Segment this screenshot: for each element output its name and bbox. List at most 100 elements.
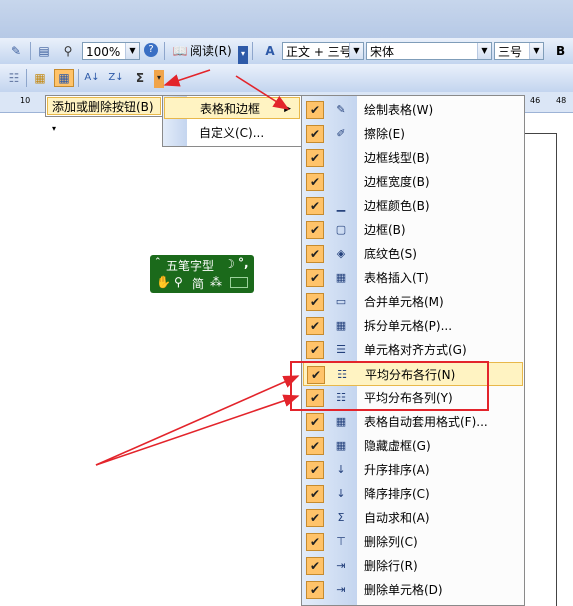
menu-item-1[interactable]: ✔ ✎ 绘制表格(W) <box>303 98 523 122</box>
checkmark-icon[interactable]: ✔ <box>306 173 324 191</box>
menu-item-20[interactable]: ✔ ⇥ 删除行(R) <box>303 554 523 578</box>
align-icon: ☰ <box>336 343 346 356</box>
checkmark-icon[interactable]: ✔ <box>306 485 324 503</box>
checkmark-icon[interactable]: ✔ <box>306 197 324 215</box>
checkmark-icon[interactable]: ✔ <box>306 509 324 527</box>
menu-item-customize[interactable]: 自定义(C)... <box>164 122 300 144</box>
checkmark-icon[interactable]: ✔ <box>306 149 324 167</box>
menu-item-14[interactable]: ✔ ▦ 表格自动套用格式(F)... <box>303 410 523 434</box>
expand-icon[interactable]: ⌃ <box>154 257 162 267</box>
insert-table-icon: ▦ <box>335 271 347 284</box>
menu-item-label: 边框线型(B) <box>364 151 430 165</box>
page-edge <box>556 133 557 606</box>
menu-item-4[interactable]: ✔ 边框宽度(B) <box>303 170 523 194</box>
menu-item-11[interactable]: ✔ ☰ 单元格对齐方式(G) <box>303 338 523 362</box>
chevron-down-icon[interactable]: ▼ <box>125 43 139 59</box>
menu-item-21[interactable]: ✔ ⇥ 删除单元格(D) <box>303 578 523 602</box>
toolbar-options-icon[interactable]: ▾ <box>154 70 164 88</box>
menu-item-label: 表格自动套用格式(F)... <box>364 415 488 429</box>
checkmark-icon[interactable]: ✔ <box>306 341 324 359</box>
checkmark-icon[interactable]: ✔ <box>306 245 324 263</box>
zoom-select[interactable]: 100% ▼ <box>82 42 140 60</box>
toolbar-separator <box>252 42 253 60</box>
menu-item-10[interactable]: ✔ ▦ 拆分单元格(P)... <box>303 314 523 338</box>
menu-item-16[interactable]: ✔ ↓ 升序排序(A) <box>303 458 523 482</box>
read-button[interactable]: 阅读(R) <box>190 43 232 59</box>
search-icon[interactable]: ⚲ <box>174 275 183 289</box>
eraser-icon: ✐ <box>336 127 346 140</box>
toolbar-options-icon[interactable]: ▾ <box>238 46 248 64</box>
delete-column-icon: ⊤ <box>336 535 346 548</box>
menu-item-3[interactable]: ✔ 边框线型(B) <box>303 146 523 170</box>
menu-item-6[interactable]: ✔ ▢ 边框(B) <box>303 218 523 242</box>
checkmark-icon[interactable]: ✔ <box>306 221 324 239</box>
font-select[interactable]: 宋体 ▼ <box>366 42 492 60</box>
style-select[interactable]: 正文 + 三号 ▼ <box>282 42 364 60</box>
chevron-down-icon[interactable]: ▼ <box>529 43 543 59</box>
menu-item-label: 底纹色(S) <box>364 247 417 261</box>
checkmark-icon[interactable]: ✔ <box>306 269 324 287</box>
chevron-right-icon: ▶ <box>284 104 291 114</box>
checkmark-icon[interactable]: ✔ <box>306 461 324 479</box>
standard-toolbar: ✎ ▤ ⚲ 100% ▼ ? 📖 阅读(R) ▾ A 正文 + 三号 ▼ 宋体 … <box>0 38 573 65</box>
autosum-icon[interactable]: Σ <box>132 70 148 86</box>
sort-ascending-icon[interactable]: A↓ <box>84 70 100 86</box>
checkmark-icon[interactable]: ✔ <box>306 557 324 575</box>
fill-bucket-icon: ◈ <box>336 247 346 260</box>
checkmark-icon[interactable]: ✔ <box>306 101 324 119</box>
simplified-mode[interactable]: 简 <box>192 275 204 292</box>
checkmark-icon[interactable]: ✔ <box>306 125 324 143</box>
menu-item-2[interactable]: ✔ ✐ 擦除(E) <box>303 122 523 146</box>
checkmark-icon[interactable]: ✔ <box>306 437 324 455</box>
menu-item-label: 拆分单元格(P)... <box>364 319 453 333</box>
font-size-select[interactable]: 三号 ▼ <box>494 42 544 60</box>
checkmark-icon[interactable]: ✔ <box>306 533 324 551</box>
hand-icon[interactable]: ✋ <box>156 275 171 289</box>
checkmark-icon[interactable]: ✔ <box>306 317 324 335</box>
menu-item-label: 表格和边框 <box>200 102 261 116</box>
format-painter-icon[interactable]: ⚲ <box>60 43 76 59</box>
sort-descending-icon: ↓ <box>336 487 346 500</box>
punctuation-icon[interactable]: °, <box>238 256 249 270</box>
preview-icon[interactable]: ▤ <box>36 43 52 59</box>
research-icon[interactable]: ✎ <box>8 43 24 59</box>
help-icon[interactable]: ? <box>144 43 158 57</box>
add-remove-buttons-item[interactable]: 添加或删除按钮(B) ▾ <box>47 97 161 133</box>
sort-descending-icon[interactable]: Z↓ <box>108 70 124 86</box>
chevron-down-icon[interactable]: ▼ <box>477 43 491 59</box>
menu-item-15[interactable]: ✔ ▦ 隐藏虚框(G) <box>303 434 523 458</box>
checkmark-icon[interactable]: ✔ <box>306 293 324 311</box>
pencil-icon: ✎ <box>336 103 346 116</box>
ruler-number: 48 <box>556 96 567 105</box>
bold-button[interactable]: B <box>556 43 565 59</box>
menu-item-label: 降序排序(C) <box>364 487 430 501</box>
menu-item-9[interactable]: ✔ ▭ 合并单元格(M) <box>303 290 523 314</box>
autoformat-icon[interactable]: ▦ <box>32 70 48 86</box>
menu-item-tables-borders[interactable]: 表格和边框 ▶ <box>164 97 300 119</box>
menu-item-7[interactable]: ✔ ◈ 底纹色(S) <box>303 242 523 266</box>
checkmark-icon[interactable]: ✔ <box>306 413 324 431</box>
ime-status-bar[interactable]: ⌃ 五笔字型 ☽ °, ✋ ⚲ 简 ⁂ <box>150 255 254 293</box>
menu-item-17[interactable]: ✔ ↓ 降序排序(C) <box>303 482 523 506</box>
menu-item-label: 隐藏虚框(G) <box>364 439 431 453</box>
split-cells-icon[interactable]: ☷ <box>6 70 22 86</box>
checkmark-icon[interactable]: ✔ <box>306 581 324 599</box>
merge-cells-icon: ▭ <box>335 295 347 308</box>
styles-icon[interactable]: A <box>262 43 278 59</box>
menu-item-5[interactable]: ✔ ▁ 边框颜色(B) <box>303 194 523 218</box>
menu-item-label: 擦除(E) <box>364 127 405 141</box>
dotted-mode[interactable]: ⁂ <box>210 275 222 289</box>
zoom-value: 100% <box>86 45 121 59</box>
menu-item-label: 删除行(R) <box>364 559 418 573</box>
ime-title: 五笔字型 <box>166 259 215 273</box>
border-icon: ▢ <box>335 223 347 236</box>
moon-icon[interactable]: ☽ <box>224 257 235 271</box>
book-icon[interactable]: 📖 <box>172 43 188 59</box>
menu-item-19[interactable]: ✔ ⊤ 删除列(C) <box>303 530 523 554</box>
menu-item-18[interactable]: ✔ Σ 自动求和(A) <box>303 506 523 530</box>
chevron-down-icon[interactable]: ▼ <box>349 43 363 59</box>
gridlines-icon[interactable]: ▦ <box>54 69 74 87</box>
menu-item-8[interactable]: ✔ ▦ 表格插入(T) <box>303 266 523 290</box>
keyboard-icon[interactable] <box>230 277 248 288</box>
annotation-highlight-box <box>290 361 489 411</box>
